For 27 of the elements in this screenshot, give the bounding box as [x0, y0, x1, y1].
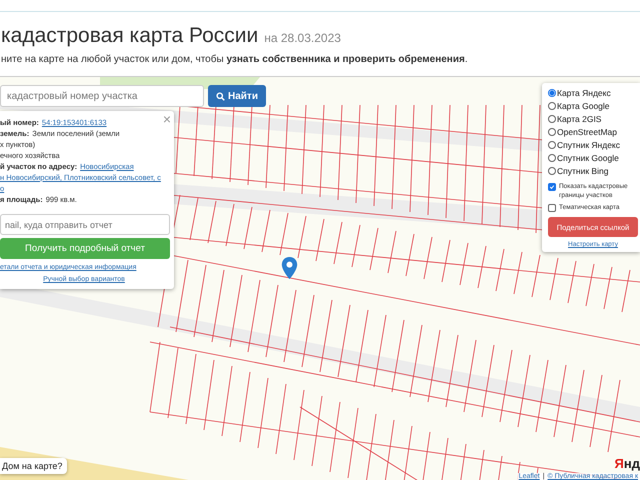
radio-button[interactable] [548, 102, 556, 110]
search-icon [216, 92, 225, 100]
house-prompt-button[interactable]: Дом на карте? [0, 458, 68, 474]
radio-button[interactable] [548, 128, 556, 136]
map-logo: Янд [614, 456, 640, 471]
location-pin-icon [281, 255, 298, 281]
map-layer-label[interactable]: Спутник Яндекс [557, 140, 620, 150]
map-layer-label[interactable]: OpenStreetMap [557, 127, 618, 137]
close-button[interactable]: × [162, 112, 171, 126]
radio-button[interactable] [548, 154, 556, 162]
email-field[interactable]: nail, куда отправить отчет [0, 214, 170, 235]
checkbox[interactable] [548, 183, 556, 191]
instruction-text: ните на карте на любой участок или дом, чтобы узнать собственника и проверить обременения. [1, 54, 469, 64]
map-layer-label[interactable]: Карта Яндекс [557, 88, 611, 98]
radio-button[interactable] [548, 89, 556, 97]
page-title: кадастровая карта России [1, 24, 258, 48]
map-layer-label[interactable]: Спутник Google [557, 153, 619, 163]
search-field[interactable]: кадастровый номер участка [0, 85, 204, 107]
checkbox[interactable] [548, 204, 556, 212]
map-layer-label[interactable]: Спутник Bing [557, 166, 608, 176]
map-layer-label[interactable]: Карта Google [557, 101, 610, 111]
radio-button[interactable] [548, 167, 556, 175]
radio-button[interactable] [548, 115, 556, 123]
map-layer-label[interactable]: Карта 2GIS [557, 114, 602, 124]
date-label: на 28.03.2023 [264, 30, 341, 44]
radio-button[interactable] [548, 141, 556, 149]
search-button[interactable]: Найти [208, 85, 266, 107]
